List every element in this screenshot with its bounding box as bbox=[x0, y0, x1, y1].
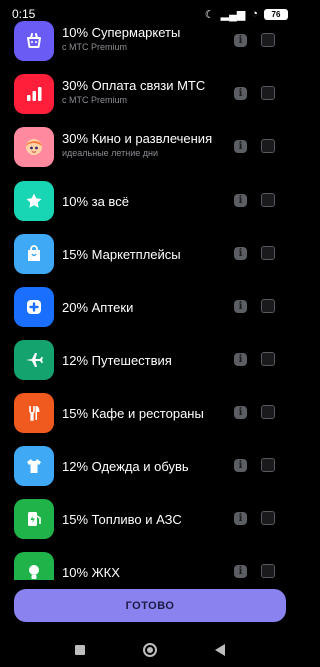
medical-cross-icon bbox=[14, 287, 54, 327]
info-icon[interactable]: i bbox=[234, 247, 247, 260]
category-item[interactable]: 10% Супермаркеты с МТС Premium i bbox=[0, 15, 300, 68]
category-item[interactable]: 30% Оплата связи МТС с МТС Premium i bbox=[0, 68, 300, 121]
category-subtitle: с МТС Premium bbox=[62, 42, 127, 52]
category-checkbox[interactable] bbox=[261, 564, 275, 578]
info-icon[interactable]: i bbox=[234, 140, 247, 153]
info-icon[interactable]: i bbox=[234, 353, 247, 366]
shopping-bag-icon bbox=[14, 234, 54, 274]
category-title: 12% Путешествия bbox=[62, 353, 172, 368]
category-checkbox[interactable] bbox=[261, 193, 275, 207]
category-item[interactable]: 12% Одежда и обувь i bbox=[0, 440, 300, 493]
category-item[interactable]: 20% Аптеки i bbox=[0, 281, 300, 334]
category-item[interactable]: 10% за всё i bbox=[0, 175, 300, 228]
back-icon[interactable] bbox=[215, 643, 225, 656]
info-icon[interactable]: i bbox=[234, 34, 247, 47]
info-icon[interactable]: i bbox=[234, 300, 247, 313]
signal-bars-icon bbox=[14, 74, 54, 114]
info-icon[interactable]: i bbox=[234, 512, 247, 525]
category-item[interactable]: 15% Кафе и рестораны i bbox=[0, 387, 300, 440]
category-title: 15% Маркетплейсы bbox=[62, 247, 181, 262]
cartoon-character-icon bbox=[14, 127, 54, 167]
category-item[interactable]: 30% Кино и развлечения идеальные летние д… bbox=[0, 121, 300, 174]
category-checkbox[interactable] bbox=[261, 33, 275, 47]
info-icon[interactable]: i bbox=[234, 406, 247, 419]
category-title: 15% Кафе и рестораны bbox=[62, 406, 204, 421]
category-subtitle: идеальные летние дни bbox=[62, 148, 159, 158]
lightbulb-icon bbox=[14, 552, 54, 580]
fuel-icon bbox=[14, 499, 54, 539]
system-nav-bar bbox=[0, 632, 300, 667]
category-checkbox[interactable] bbox=[261, 139, 275, 153]
category-title: 30% Кино и развлечения bbox=[62, 131, 213, 146]
category-title: 10% за всё bbox=[62, 194, 129, 209]
recent-apps-icon[interactable] bbox=[75, 644, 85, 655]
category-title: 15% Топливо и АЗС bbox=[62, 512, 182, 527]
category-checkbox[interactable] bbox=[261, 299, 275, 313]
category-title: 30% Оплата связи МТС bbox=[62, 78, 206, 93]
category-item[interactable]: 15% Топливо и АЗС i bbox=[0, 493, 300, 546]
category-checkbox[interactable] bbox=[261, 405, 275, 419]
category-title: 20% Аптеки bbox=[62, 300, 134, 315]
category-item[interactable]: 10% ЖКХ i bbox=[0, 546, 300, 580]
category-item[interactable]: 15% Маркетплейсы i bbox=[0, 228, 300, 281]
star-icon bbox=[14, 181, 54, 221]
info-icon[interactable]: i bbox=[234, 194, 247, 207]
category-list[interactable]: 10% Супермаркеты с МТС Premium i 30% Оплата… bbox=[0, 0, 300, 580]
home-icon[interactable] bbox=[143, 642, 157, 657]
tshirt-icon bbox=[14, 446, 54, 486]
airplane-icon bbox=[14, 340, 54, 380]
info-icon[interactable]: i bbox=[234, 459, 247, 472]
info-icon[interactable]: i bbox=[234, 565, 247, 578]
basket-icon bbox=[14, 21, 54, 61]
info-icon[interactable]: i bbox=[234, 87, 247, 100]
category-title: 10% Супермаркеты bbox=[62, 25, 181, 40]
category-checkbox[interactable] bbox=[261, 511, 275, 525]
fork-knife-icon bbox=[14, 393, 54, 433]
category-title: 10% ЖКХ bbox=[62, 565, 120, 580]
category-subtitle: с МТС Premium bbox=[62, 95, 127, 105]
category-checkbox[interactable] bbox=[261, 86, 275, 100]
done-button[interactable]: ГОТОВО bbox=[14, 589, 286, 622]
category-checkbox[interactable] bbox=[261, 352, 275, 366]
category-title: 12% Одежда и обувь bbox=[62, 459, 189, 474]
category-checkbox[interactable] bbox=[261, 458, 275, 472]
category-item[interactable]: 12% Путешествия i bbox=[0, 334, 300, 387]
category-checkbox[interactable] bbox=[261, 246, 275, 260]
